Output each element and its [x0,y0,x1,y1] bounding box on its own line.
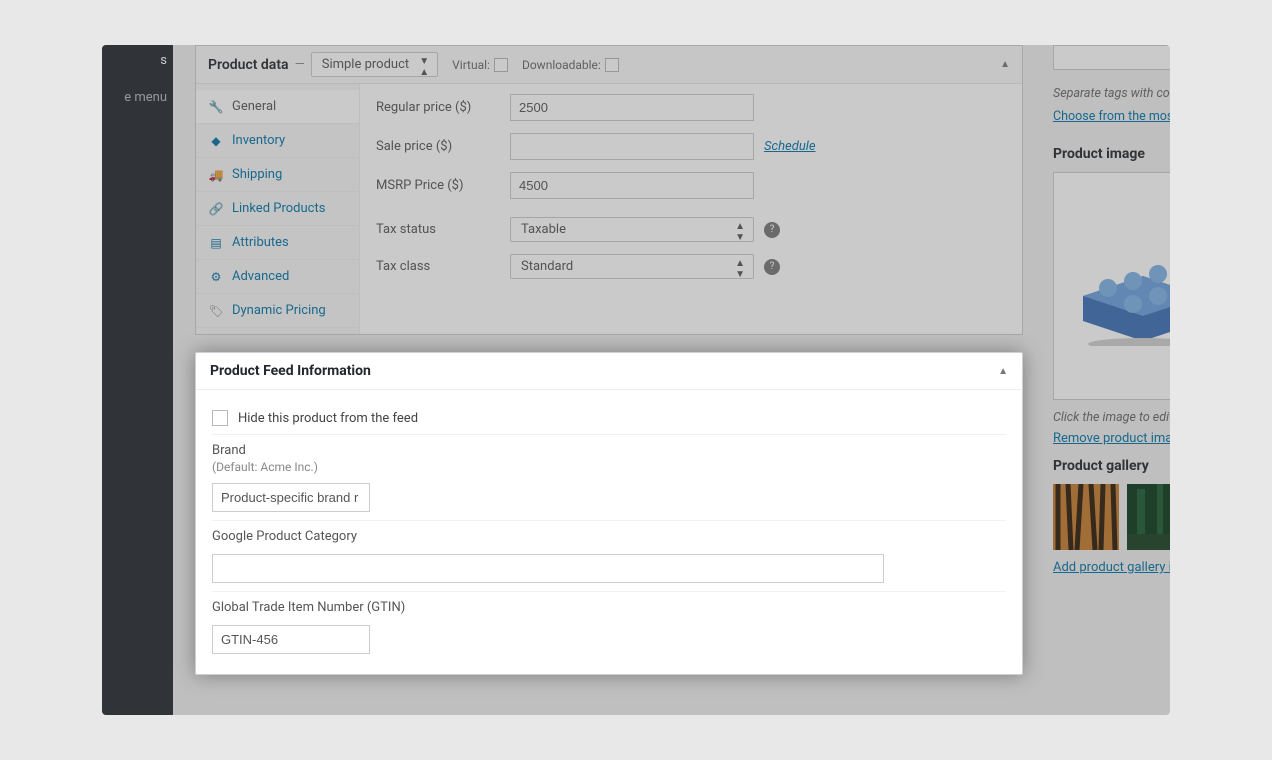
tab-dynamic-pricing[interactable]: 🏷Dynamic Pricing [196,294,359,328]
gallery-thumb-2[interactable] [1127,484,1170,550]
virtual-checkbox[interactable]: Virtual: [452,58,508,72]
panel-collapse-icon[interactable]: ▲ [998,366,1008,377]
google-category-input[interactable] [212,554,884,583]
wrench-icon: 🔧 [208,100,224,114]
product-data-title: Product data [208,57,289,73]
tab-inventory[interactable]: ◆Inventory [196,124,359,158]
gtin-label: Global Trade Item Number (GTIN) [212,600,1006,615]
gear-icon: ⚙ [208,270,224,284]
sale-price-label: Sale price ($) [376,139,510,154]
choose-tags-link[interactable]: Choose from the most [1053,109,1170,124]
brand-label: Brand [212,443,1006,458]
sidebar-fragment-b[interactable]: e menu [102,82,173,113]
tag-icon: 🏷 [208,304,224,318]
schedule-link[interactable]: Schedule [764,139,816,154]
hide-from-feed-checkbox[interactable] [212,410,228,426]
google-category-label: Google Product Category [212,529,1006,544]
msrp-label: MSRP Price ($) [376,178,510,193]
sale-price-input[interactable] [510,133,754,160]
chevron-updown-icon: ▲▼ [735,221,745,243]
product-feed-panel: Product Feed Information ▲ Hide this pro… [195,352,1023,675]
product-data-panel: Product data — Simple product ▼▲ Virtual… [195,45,1023,335]
gtin-input[interactable] [212,625,370,654]
tags-hint: Separate tags with con [1053,86,1170,101]
product-image-caption: Click the image to edit [1053,410,1170,425]
product-image-box: Product image [1053,146,1170,446]
product-tags-box: Separate tags with con Choose from the m… [1041,45,1170,134]
product-type-value: Simple product [322,57,409,72]
tab-linked-products[interactable]: 🔗Linked Products [196,192,359,226]
hide-from-feed-label: Hide this product from the feed [238,411,418,426]
tax-class-label: Tax class [376,259,510,274]
admin-sidebar: s e menu [102,45,173,715]
panel-collapse-icon[interactable]: ▲ [1000,59,1010,70]
list-icon: ▤ [208,236,224,250]
truck-icon: 🚚 [208,168,224,182]
feed-panel-title: Product Feed Information [210,363,371,379]
gallery-thumb-1[interactable] [1053,484,1119,550]
msrp-input[interactable] [510,172,754,199]
tab-general[interactable]: 🔧General [196,90,359,124]
tax-class-select[interactable]: Standard ▲▼ [510,254,754,279]
product-data-tabs: 🔧General ◆Inventory 🚚Shipping 🔗Linked Pr… [196,84,360,334]
tab-attributes[interactable]: ▤Attributes [196,226,359,260]
tags-input[interactable] [1053,45,1170,70]
inventory-icon: ◆ [208,134,224,148]
add-gallery-images-link[interactable]: Add product gallery im [1053,560,1170,575]
brand-default-hint: (Default: Acme Inc.) [212,460,318,474]
downloadable-checkbox[interactable]: Downloadable: [522,58,619,72]
tab-advanced[interactable]: ⚙Advanced [196,260,359,294]
chevron-updown-icon: ▲▼ [735,258,745,280]
remove-product-image-link[interactable]: Remove product image [1053,431,1170,446]
tax-status-select[interactable]: Taxable ▲▼ [510,217,754,242]
product-gallery-title: Product gallery [1053,458,1170,474]
link-icon: 🔗 [208,202,224,216]
tab-shipping[interactable]: 🚚Shipping [196,158,359,192]
regular-price-label: Regular price ($) [376,100,510,115]
chevron-down-icon: ▼▲ [419,56,429,78]
product-image-title: Product image [1053,146,1170,162]
tax-status-label: Tax status [376,222,510,237]
regular-price-input[interactable] [510,94,754,121]
tax-status-help-icon[interactable]: ? [764,222,780,238]
product-gallery-box: Product gallery [1053,458,1170,575]
product-image-preview[interactable] [1053,172,1170,400]
sidebar-fragment-a: s [102,45,173,76]
tax-class-help-icon[interactable]: ? [764,259,780,275]
brand-input[interactable] [212,483,370,512]
product-type-select[interactable]: Simple product ▼▲ [311,52,438,77]
